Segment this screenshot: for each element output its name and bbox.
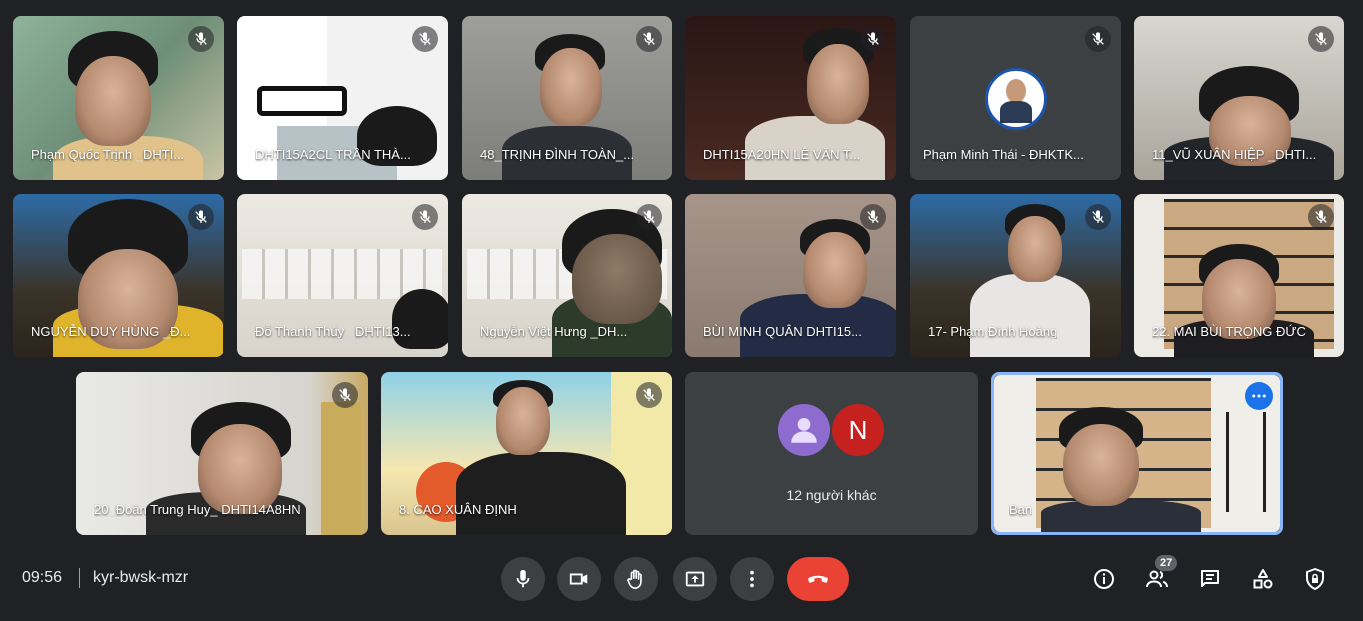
mic-icon	[516, 569, 530, 588]
camera-button[interactable]	[557, 557, 601, 601]
others-count-label: 12 người khác	[786, 487, 877, 503]
camera-icon	[569, 573, 588, 585]
host-controls-icon	[1306, 568, 1324, 590]
participant-name: DHTI15A2CL TRẦN THÀ...	[255, 147, 411, 162]
mic-off-icon	[412, 26, 438, 52]
participant-name: BÙI MINH QUÂN DHTI15...	[703, 324, 862, 339]
participant-tile[interactable]: Phạm Quốc Trịnh _DHTI...	[13, 16, 224, 180]
present-button[interactable]	[673, 557, 717, 601]
mic-off-icon	[636, 382, 662, 408]
mic-off-icon	[860, 204, 886, 230]
mic-button[interactable]	[501, 557, 545, 601]
participant-tile[interactable]: BÙI MINH QUÂN DHTI15...	[685, 194, 896, 357]
activities-icon	[1253, 569, 1273, 589]
participant-tile[interactable]: 17- Phạm Đình Hoàng	[910, 194, 1121, 357]
participant-tile[interactable]: Nguyễn Việt Hưng _DH...	[462, 194, 672, 357]
mic-off-icon	[412, 204, 438, 230]
generic-avatar-icon	[778, 404, 830, 456]
participant-tile[interactable]: 20_Đoàn Trung Huy_ DHTI14A8HN	[76, 372, 368, 535]
meeting-info-button[interactable]	[1089, 564, 1119, 594]
participant-name: Phạm Quốc Trịnh _DHTI...	[31, 147, 185, 162]
self-tile[interactable]: Bạn	[991, 372, 1283, 535]
meeting-code[interactable]: kyr-bwsk-mzr	[93, 569, 188, 587]
people-button[interactable]: 27	[1142, 555, 1178, 594]
mic-off-icon	[1085, 204, 1111, 230]
more-options-icon[interactable]	[1245, 382, 1273, 410]
participant-name: 22. MAI BÙI TRỌNG ĐỨC	[1152, 324, 1306, 339]
mic-off-icon	[636, 204, 662, 230]
participant-count-badge: 27	[1155, 555, 1178, 571]
participant-tile[interactable]: DHTI15A20HN LÊ VĂN T...	[685, 16, 896, 180]
participant-tile[interactable]: 22. MAI BÙI TRỌNG ĐỨC	[1134, 194, 1344, 357]
host-controls-button[interactable]	[1300, 564, 1330, 594]
participant-avatar	[985, 68, 1047, 130]
participant-tile[interactable]: 11_VŨ XUÂN HIỆP _DHTI...	[1134, 16, 1344, 180]
activities-button[interactable]	[1248, 564, 1278, 594]
participant-name: Phạm Minh Thái - ĐHKTK...	[923, 147, 1084, 162]
raise-hand-button[interactable]	[614, 557, 658, 601]
info-icon	[1094, 569, 1114, 589]
mic-off-icon	[1308, 26, 1334, 52]
meeting-time: 09:56	[22, 569, 63, 586]
raise-hand-icon	[627, 569, 642, 589]
participant-tile[interactable]: 48_TRỊNH ĐÌNH TOÀN_...	[462, 16, 672, 180]
participant-tile[interactable]: Phạm Minh Thái - ĐHKTK...	[910, 16, 1121, 180]
mic-off-icon	[188, 26, 214, 52]
end-call-button[interactable]	[787, 557, 849, 601]
more-options-button[interactable]	[730, 557, 774, 601]
self-name: Bạn	[1009, 502, 1033, 517]
participant-name: 11_VŨ XUÂN HIỆP _DHTI...	[1152, 147, 1317, 162]
mic-off-icon	[188, 204, 214, 230]
participant-avatar: N	[832, 404, 884, 456]
participant-name: 48_TRỊNH ĐÌNH TOÀN_...	[480, 147, 635, 162]
mic-off-icon	[1085, 26, 1111, 52]
mic-off-icon	[1308, 204, 1334, 230]
present-icon	[685, 571, 705, 587]
chat-icon	[1201, 570, 1219, 587]
end-call-icon	[808, 575, 828, 583]
participant-name: 8. CAO XUÂN ĐỊNH	[399, 502, 517, 517]
divider	[79, 568, 80, 588]
participant-tile[interactable]: NGUYỄN DUY HÙNG _Đ...	[13, 194, 224, 357]
participant-name: Nguyễn Việt Hưng _DH...	[480, 324, 628, 339]
mic-off-icon	[860, 26, 886, 52]
mic-off-icon	[332, 382, 358, 408]
others-tile[interactable]: N 12 người khác	[685, 372, 978, 535]
more-options-icon	[750, 570, 754, 588]
participant-tile[interactable]: DHTI15A2CL TRẦN THÀ...	[237, 16, 448, 180]
participant-tile[interactable]: Đỗ Thanh Thúy _DHTI13...	[237, 194, 448, 357]
avatar-letter: N	[848, 414, 868, 445]
participant-tile[interactable]: 8. CAO XUÂN ĐỊNH	[381, 372, 672, 535]
mic-off-icon	[636, 26, 662, 52]
bottom-toolbar: 09:56 kyr-bwsk-mzr 27	[0, 548, 1363, 610]
participant-name: NGUYỄN DUY HÙNG _Đ...	[31, 324, 191, 339]
participant-name: DHTI15A20HN LÊ VĂN T...	[703, 147, 861, 162]
participant-name: 17- Phạm Đình Hoàng	[928, 324, 1058, 339]
chat-button[interactable]	[1195, 564, 1225, 594]
participant-name: Đỗ Thanh Thúy _DHTI13...	[255, 324, 411, 339]
participant-name: 20_Đoàn Trung Huy_ DHTI14A8HN	[94, 502, 301, 517]
